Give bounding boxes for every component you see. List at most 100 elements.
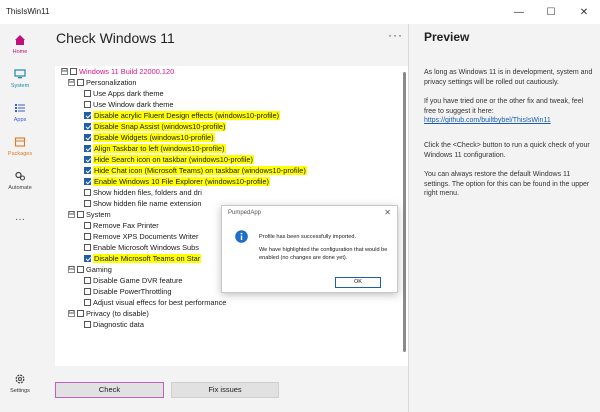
tree-checkbox[interactable] [77,310,84,317]
apps-list-icon [14,102,26,114]
tree-row-label: Remove XPS Documents Writer [93,232,198,241]
tree-checkbox[interactable] [84,233,91,240]
title-bar: ThisIsWin11 — ☐ ✕ [0,0,600,24]
tree-row[interactable]: Enable Microsoft Windows Subs [84,242,199,253]
info-icon [235,230,248,243]
sidebar-item-system[interactable]: System [0,68,40,89]
tree-row-label: System [86,210,111,219]
tree-checkbox[interactable] [84,288,91,295]
tree-row[interactable]: Diagnostic data [84,319,144,330]
tree-row[interactable]: ⊟ System [68,209,111,220]
tree-row[interactable]: Disable Microsoft Teams on Star [84,253,201,264]
dialog-close-button[interactable]: ✕ [384,208,391,217]
tree-row[interactable]: ⊟ Privacy (to disable) [68,308,149,319]
github-link[interactable]: https://github.com/builtbybel/ThisIsWin1… [424,116,594,126]
tree-checkbox[interactable] [84,277,91,284]
tree-checkbox[interactable] [84,299,91,306]
tree-row-label: Disable Snap Assist (windows10-profile) [93,122,226,131]
sidebar-item-packages[interactable]: Packages [0,136,40,157]
tree-checkbox[interactable] [84,178,91,185]
tree-row[interactable]: ⊟Personalization [68,77,137,88]
preview-text: Click the <Check> button to run a quick … [424,141,594,160]
tree-row[interactable]: Disable Game DVR feature [84,275,183,286]
tree-row[interactable]: Hide Chat icon (Microsoft Teams) on task… [84,165,307,176]
expand-collapse-toggle[interactable]: ⊟ [68,310,75,317]
tree-row[interactable]: Disable PowerThrottling [84,286,171,297]
tree-row-label: Gaming [86,265,112,274]
tree-row-label: Disable Game DVR feature [93,276,183,285]
tree-checkbox[interactable] [84,123,91,130]
tree-row[interactable]: Show hidden file name extension [84,198,201,209]
tree-checkbox[interactable] [84,156,91,163]
tree-row[interactable]: Remove Fax Printer [84,220,159,231]
expand-collapse-toggle[interactable]: ⊟ [61,68,68,75]
tree-checkbox[interactable] [84,134,91,141]
expand-collapse-toggle[interactable]: ⊟ [68,211,75,218]
more-options-button[interactable]: ··· [388,28,403,42]
tree-row[interactable]: Align Taskbar to left (windows10-profile… [84,143,226,154]
tree-checkbox[interactable] [84,321,91,328]
close-button[interactable]: ✕ [572,0,596,24]
tree-checkbox[interactable] [77,211,84,218]
dialog-detail: We have highlighted the configuration th… [259,247,394,262]
monitor-icon [14,68,26,80]
tree-checkbox[interactable] [84,255,91,262]
expand-collapse-toggle[interactable]: ⊟ [68,266,75,273]
sidebar-item-label: Settings [0,388,40,394]
tree-row[interactable]: Use Window dark theme [84,99,174,110]
sidebar-item-label: System [0,83,40,89]
check-button[interactable]: Check [55,382,164,398]
tree-row[interactable]: Disable Widgets (windows10-profile) [84,132,215,143]
tree-row-label: Disable Microsoft Teams on Star [93,254,201,263]
sidebar: Home System Apps Packages Automate ··· S… [0,24,40,412]
tree-row-label: Align Taskbar to left (windows10-profile… [93,144,226,153]
tree-row-label: Show hidden file name extension [93,199,201,208]
sidebar-more-button[interactable]: ··· [0,214,40,225]
tree-row[interactable]: Show hidden files, folders and dri [84,187,202,198]
tree-row-label: Diagnostic data [93,320,144,329]
preview-text: If you have tried one or the other fix a… [424,97,594,116]
maximize-button[interactable]: ☐ [539,0,563,24]
fix-issues-button[interactable]: Fix issues [171,382,279,398]
tree-checkbox[interactable] [77,266,84,273]
scrollbar[interactable] [403,72,406,352]
tree-checkbox[interactable] [77,79,84,86]
sidebar-item-apps[interactable]: Apps [0,102,40,123]
tree-row[interactable]: Remove XPS Documents Writer [84,231,198,242]
tree-checkbox[interactable] [84,90,91,97]
minimize-button[interactable]: — [507,0,531,24]
tree-checkbox[interactable] [84,189,91,196]
tree-checkbox[interactable] [84,244,91,251]
sidebar-item-settings[interactable]: Settings [0,373,40,394]
tree-row-label: Hide Search icon on taskbar (windows10-p… [93,155,254,164]
tree-row-label: Windows 11 Build 22000.120 [79,67,174,76]
tree-row[interactable]: Use Apps dark theme [84,88,164,99]
tree-row[interactable]: Disable acrylic Fluent Design effects (w… [84,110,280,121]
tree-row[interactable]: Disable Snap Assist (windows10-profile) [84,121,226,132]
tree-checkbox[interactable] [84,222,91,229]
tree-checkbox[interactable] [84,167,91,174]
sidebar-item-home[interactable]: Home [0,34,40,55]
tree-row[interactable]: ⊟ Windows 11 Build 22000.120 [61,66,174,77]
tree-checkbox[interactable] [84,112,91,119]
tree-row-label: Enable Windows 10 File Explorer (windows… [93,177,270,186]
gear-icon [14,373,26,385]
sidebar-item-label: Automate [0,185,40,191]
tree-row-label: Enable Microsoft Windows Subs [93,243,199,252]
tree-row[interactable]: ⊟ Gaming [68,264,112,275]
sidebar-item-label: Home [0,49,40,55]
tree-checkbox[interactable] [84,101,91,108]
dialog-title: PumpedApp [228,210,261,216]
tree-row[interactable]: Enable Windows 10 File Explorer (windows… [84,176,270,187]
expand-collapse-toggle[interactable]: ⊟ [68,79,75,86]
sidebar-item-label: Apps [0,117,40,123]
tree-checkbox[interactable] [84,145,91,152]
sidebar-item-automate[interactable]: Automate [0,170,40,191]
tree-row[interactable]: Adjust visual effecs for best performanc… [84,297,226,308]
tree-row[interactable]: Hide Search icon on taskbar (windows10-p… [84,154,254,165]
tree-row-label: Privacy (to disable) [86,309,149,318]
dialog-ok-button[interactable]: OK [335,277,381,288]
tree-checkbox[interactable] [84,200,91,207]
preview-text: As long as Windows 11 is in development,… [424,68,594,87]
tree-checkbox[interactable] [70,68,77,75]
